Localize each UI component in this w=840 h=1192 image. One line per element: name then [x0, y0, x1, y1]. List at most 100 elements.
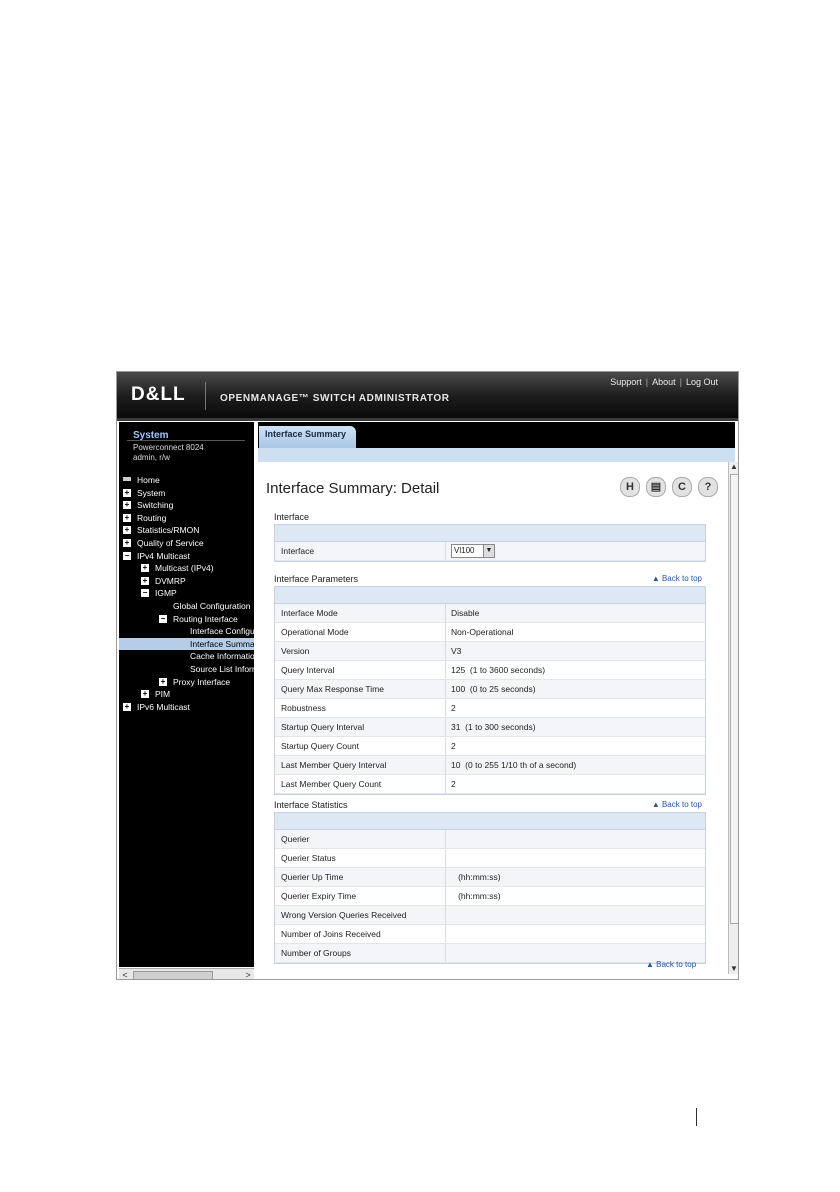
- sidebar: System Powerconnect 8024 admin, r/w Home…: [119, 422, 254, 979]
- table-row: Query Interval 125 (1 to 3600 seconds): [275, 661, 705, 680]
- scroll-down-icon[interactable]: ▼: [729, 964, 738, 974]
- sidebar-item[interactable]: Proxy Interface: [173, 676, 254, 688]
- column-divider: [445, 756, 446, 774]
- expand-icon[interactable]: +: [123, 539, 131, 547]
- column-divider: [445, 680, 446, 698]
- sidebar-item[interactable]: Source List Information: [190, 663, 254, 675]
- page-footer-rule: [696, 1108, 697, 1126]
- back-to-top-label: Back to top: [661, 800, 702, 809]
- back-to-top-link[interactable]: ▲ Back to top: [652, 800, 702, 809]
- back-to-top-link[interactable]: ▲ Back to top: [646, 960, 696, 969]
- logout-link[interactable]: Log Out: [686, 377, 718, 387]
- back-to-top-link[interactable]: ▲ Back to top: [652, 574, 702, 583]
- row-label: Version: [281, 646, 310, 656]
- sidebar-horizontal-scrollbar[interactable]: < >: [119, 968, 254, 979]
- expand-icon[interactable]: +: [123, 526, 131, 535]
- row-label: Startup Query Interval: [281, 722, 365, 732]
- row-label: Last Member Query Interval: [281, 760, 387, 770]
- about-link[interactable]: About: [652, 377, 676, 387]
- sidebar-item[interactable]: Home: [137, 474, 254, 486]
- expand-icon[interactable]: +: [141, 576, 149, 585]
- expand-icon[interactable]: +: [123, 488, 131, 497]
- collapse-icon[interactable]: −: [123, 551, 131, 560]
- main-vertical-scrollbar[interactable]: ▲ ▼: [728, 462, 738, 974]
- expand-icon[interactable]: +: [123, 501, 131, 510]
- column-divider: [445, 542, 446, 560]
- sidebar-item[interactable]: System: [137, 487, 254, 499]
- expand-icon[interactable]: +: [141, 690, 149, 699]
- row-value: Non-Operational: [451, 627, 514, 637]
- table-row: Interface Vl100 ▼: [275, 542, 705, 561]
- support-link[interactable]: Support: [610, 377, 642, 387]
- table-row: Version V3: [275, 642, 705, 661]
- collapse-icon[interactable]: −: [141, 589, 149, 598]
- print-icon[interactable]: ▤: [646, 477, 666, 497]
- scroll-thumb[interactable]: [730, 474, 738, 924]
- product-name: OPENMANAGE™ SWITCH ADMINISTRATOR: [220, 393, 450, 404]
- sidebar-item[interactable]: IGMP: [155, 587, 254, 599]
- interface-section: Interface Interface Vl100 ▼: [274, 512, 706, 562]
- sidebar-item[interactable]: Cache Information: [190, 650, 254, 662]
- scroll-thumb[interactable]: [133, 971, 213, 979]
- sidebar-item[interactable]: Switching: [137, 499, 254, 511]
- row-label: Query Interval: [281, 665, 335, 675]
- top-links: Support | About | Log Out: [610, 377, 718, 387]
- sidebar-item[interactable]: Global Configuration: [173, 600, 254, 612]
- table-row: Query Max Response Time 100 (0 to 25 seco…: [275, 680, 705, 699]
- tab-strip: [258, 448, 735, 462]
- row-label: Last Member Query Count: [281, 779, 382, 789]
- row-value: 2: [451, 741, 456, 751]
- sidebar-item[interactable]: Quality of Service: [137, 537, 254, 549]
- column-divider: [445, 887, 446, 905]
- sidebar-item[interactable]: Multicast (IPv4): [155, 562, 254, 574]
- sidebar-item[interactable]: Routing Interface: [173, 613, 254, 625]
- column-divider: [445, 830, 446, 848]
- column-divider: [445, 849, 446, 867]
- row-label: Wrong Version Queries Received: [281, 910, 407, 920]
- scroll-up-icon[interactable]: ▲: [729, 462, 738, 472]
- scroll-left-icon[interactable]: <: [119, 969, 131, 979]
- sidebar-item[interactable]: Interface Configuration: [190, 625, 254, 637]
- table-row: Wrong Version Queries Received: [275, 906, 705, 925]
- collapse-icon[interactable]: −: [159, 614, 167, 623]
- sidebar-item[interactable]: IPv4 Multicast: [137, 550, 254, 562]
- column-divider: [445, 718, 446, 736]
- row-value: (hh:mm:ss): [451, 891, 501, 901]
- chevron-down-icon[interactable]: ▼: [483, 545, 494, 557]
- column-divider: [445, 775, 446, 793]
- row-label: Querier Expiry Time: [281, 891, 357, 901]
- table-row: Querier Status: [275, 849, 705, 868]
- home-icon: [123, 477, 131, 481]
- scroll-right-icon[interactable]: >: [242, 969, 254, 979]
- app-window: D&LL OPENMANAGE™ SWITCH ADMINISTRATOR Su…: [116, 371, 739, 980]
- statistics-table: Querier Querier Status Querier Up Time (hh…: [274, 812, 706, 964]
- interface-value: Vl100: [454, 546, 475, 555]
- expand-icon[interactable]: +: [159, 677, 167, 686]
- table-row: Last Member Query Interval 10 (0 to 255 1…: [275, 756, 705, 775]
- column-divider: [445, 944, 446, 962]
- table-row: Operational Mode Non-Operational: [275, 623, 705, 642]
- sidebar-item[interactable]: PIM: [155, 688, 254, 700]
- expand-icon[interactable]: +: [123, 702, 131, 711]
- table-header: [275, 587, 705, 604]
- row-value: Disable: [451, 608, 480, 618]
- sidebar-item[interactable]: Statistics/RMON: [137, 524, 254, 536]
- sidebar-item[interactable]: Routing: [137, 512, 254, 524]
- column-divider: [445, 623, 446, 641]
- sidebar-item[interactable]: IPv6 Multicast: [137, 701, 254, 713]
- tab-interface-summary[interactable]: Interface Summary: [259, 426, 357, 448]
- sidebar-item[interactable]: DVMRP: [155, 575, 254, 587]
- help-icon[interactable]: ?: [698, 477, 718, 497]
- expand-icon[interactable]: +: [123, 513, 131, 522]
- row-label: Startup Query Count: [281, 741, 359, 751]
- column-divider: [445, 737, 446, 755]
- save-icon[interactable]: H: [620, 477, 640, 497]
- refresh-icon[interactable]: C: [672, 477, 692, 497]
- table-row: Querier Up Time (hh:mm:ss): [275, 868, 705, 887]
- interface-select[interactable]: Vl100 ▼: [451, 544, 495, 558]
- column-divider: [445, 604, 446, 622]
- expand-icon[interactable]: +: [141, 564, 149, 573]
- section-title: Interface: [274, 512, 310, 522]
- sidebar-item[interactable]: Interface Summary: [190, 638, 254, 650]
- column-divider: [445, 925, 446, 943]
